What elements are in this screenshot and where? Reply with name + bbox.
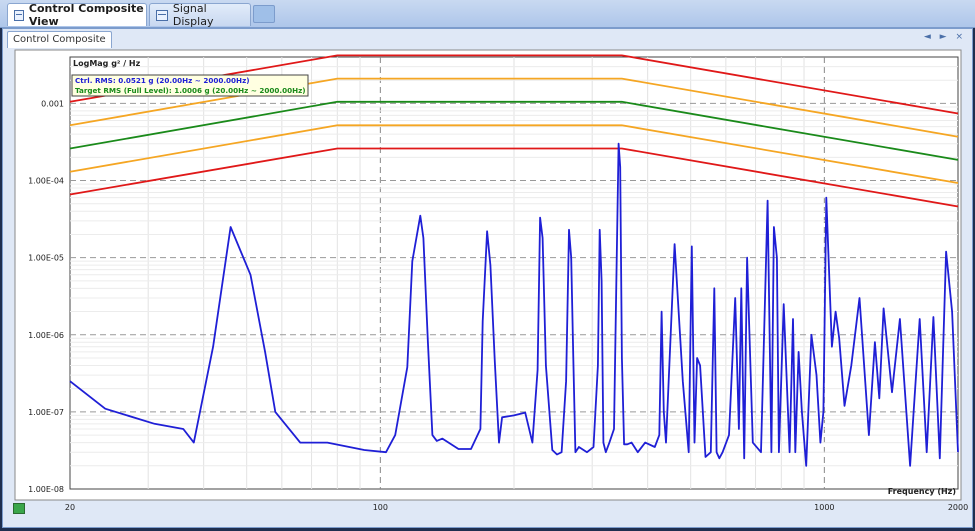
x-axis-label: Frequency (Hz) bbox=[888, 487, 956, 496]
psd-chart: 0.001 1.00E-04 1.00E-05 1.00E-06 1.00E-07 1.0… bbox=[14, 49, 968, 512]
y-axis-label: LogMag g² / Hz bbox=[73, 59, 141, 68]
x-tick-label: 20 bbox=[65, 503, 75, 512]
y-tick-label: 1.00E-08 bbox=[28, 485, 64, 494]
y-tick-label: 1.00E-04 bbox=[28, 177, 64, 186]
x-tick-label: 2000 bbox=[948, 503, 968, 512]
y-tick-label: 1.00E-05 bbox=[28, 254, 64, 263]
legend-ctrl-rms: Ctrl. RMS: 0.0521 g (20.00Hz ~ 2000.00Hz… bbox=[75, 76, 250, 85]
y-tick-label: 1.00E-06 bbox=[28, 331, 64, 340]
y-tick-label: 0.001 bbox=[41, 99, 64, 108]
legend-target-rms: Target RMS (Full Level): 1.0006 g (20.00… bbox=[75, 86, 306, 95]
x-tick-labels: 20 100 1000 2000 bbox=[65, 503, 968, 512]
x-tick-label: 100 bbox=[373, 503, 388, 512]
legend: Ctrl. RMS: 0.0521 g (20.00Hz ~ 2000.00Hz… bbox=[71, 74, 309, 97]
x-tick-label: 1000 bbox=[814, 503, 834, 512]
status-icon[interactable] bbox=[13, 503, 25, 514]
y-tick-label: 1.00E-07 bbox=[28, 408, 64, 417]
